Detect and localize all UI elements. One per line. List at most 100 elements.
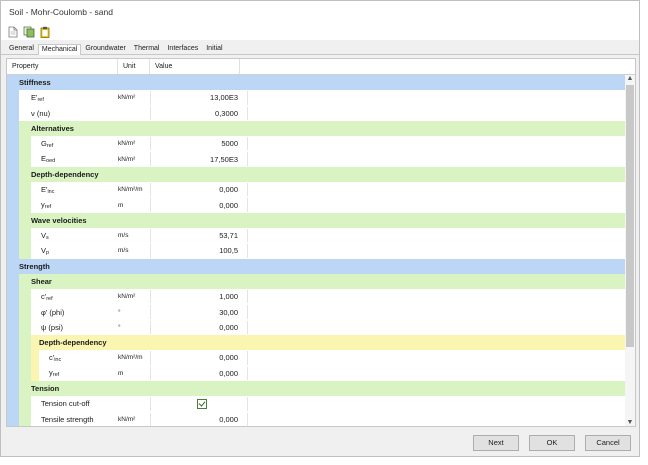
property-row[interactable]: φ' (phi) ° 30,00 — [7, 304, 625, 320]
tab-general[interactable]: General — [5, 43, 38, 54]
window-title: Soil - Mohr-Coulomb - sand — [9, 7, 113, 17]
unit-cell: kN/m²/m — [118, 186, 143, 194]
unit-cell: kN/m²/m — [118, 354, 143, 362]
copy-sheet-icon[interactable] — [23, 26, 35, 38]
section-header: Alternatives — [7, 120, 625, 137]
value-cell[interactable]: 100,5 — [150, 246, 240, 255]
property-name: c'ref — [7, 292, 118, 302]
scroll-down-icon[interactable]: ▼ — [626, 419, 634, 426]
property-row[interactable]: E'ref kN/m² 13,00E3 — [7, 90, 625, 106]
scrollbar-thumb[interactable] — [626, 85, 634, 347]
property-row[interactable]: E'inc kN/m²/m 0,000 — [7, 182, 625, 198]
tab-initial[interactable]: Initial — [202, 43, 226, 54]
unit-cell: kN/m² — [118, 415, 136, 423]
section-header: Stiffness — [7, 75, 625, 91]
value-cell[interactable]: 0,000 — [150, 201, 240, 210]
property-subscript: inc — [47, 188, 55, 195]
section-header: Depth-dependency — [7, 166, 625, 183]
property-label: φ' (phi) — [41, 307, 65, 317]
section-header: Tension — [7, 380, 625, 397]
section-label: Tension — [31, 384, 60, 394]
tab-mechanical[interactable]: Mechanical — [37, 44, 82, 55]
property-row[interactable]: c'inc kN/m²/m 0,000 — [7, 350, 625, 366]
unit-cell: ° — [118, 308, 121, 316]
property-name: yref — [7, 200, 118, 210]
indent-strip — [7, 335, 19, 351]
section-header: Depth-dependency — [7, 335, 625, 351]
property-name: E'inc — [7, 185, 118, 195]
property-name: ψ (psi) — [7, 323, 118, 332]
value-cell[interactable]: 0,000 — [150, 369, 240, 378]
property-row[interactable]: ψ (psi) ° 0,000 — [7, 319, 625, 336]
value-cell[interactable]: 0,000 — [150, 185, 240, 194]
unit-cell: m/s — [118, 247, 129, 255]
document-icon[interactable] — [7, 26, 19, 38]
value-cell[interactable]: 0,000 — [150, 323, 240, 332]
value-cell[interactable]: 17,50E3 — [150, 155, 240, 164]
property-subscript: ref — [44, 204, 52, 211]
unit-cell: m — [118, 201, 124, 209]
property-row[interactable]: Vs m/s 53,71 — [7, 227, 625, 244]
section-label: Stiffness — [19, 78, 51, 88]
indent-strip — [7, 120, 19, 137]
section-header: Strength — [7, 258, 625, 274]
property-label: Tension cut-off — [41, 399, 90, 409]
property-name: Tension cut-off — [7, 399, 118, 408]
property-row[interactable]: Gref kN/m² 5000 — [7, 136, 625, 152]
property-row[interactable]: yref m 0,000 — [7, 197, 625, 213]
property-name: Vp — [7, 246, 118, 256]
property-row[interactable]: ν (nu) 0,3000 — [7, 105, 625, 121]
tab-groundwater[interactable]: Groundwater — [81, 43, 129, 54]
value-cell[interactable]: 1,000 — [150, 292, 240, 301]
section-label: Alternatives — [31, 124, 74, 134]
indent-strip — [19, 335, 31, 351]
property-subscript: ref — [37, 96, 44, 103]
property-label: ψ (psi) — [41, 322, 64, 332]
next-button[interactable]: Next — [473, 435, 519, 451]
section-label: Depth-dependency — [39, 338, 107, 348]
unit-cell: kN/m² — [118, 155, 136, 163]
cancel-button[interactable]: Cancel — [585, 435, 631, 451]
value-cell[interactable]: 0,000 — [150, 353, 240, 362]
tab-interfaces[interactable]: Interfaces — [163, 43, 202, 54]
title-bar: Soil - Mohr-Coulomb - sand — [1, 1, 639, 23]
property-name: Eoed — [7, 154, 118, 164]
header-property[interactable]: Property — [7, 59, 118, 74]
property-row[interactable]: Tension cut-off — [7, 396, 625, 412]
value-cell[interactable]: 30,00 — [150, 308, 240, 317]
property-subscript: ref — [46, 142, 54, 149]
section-header: Wave velocities — [7, 212, 625, 228]
toolbar — [1, 23, 639, 40]
value-cell[interactable]: 13,00E3 — [150, 93, 240, 102]
property-subscript: p — [46, 249, 50, 256]
property-row[interactable]: Tensile strength kN/m² 0,000 — [7, 411, 625, 426]
property-label: ν (nu) — [31, 108, 51, 118]
indent-strip — [7, 380, 19, 397]
grid-header: Property Unit Value — [7, 59, 635, 75]
value-cell[interactable]: 5000 — [150, 139, 240, 148]
property-row[interactable]: Vp m/s 100,5 — [7, 243, 625, 259]
ok-button[interactable]: OK — [529, 435, 575, 451]
property-name: yref — [7, 368, 118, 378]
scroll-up-icon[interactable]: ▲ — [626, 75, 634, 82]
property-row[interactable]: c'ref kN/m² 1,000 — [7, 289, 625, 305]
property-subscript: ref — [52, 372, 60, 379]
unit-cell: kN/m² — [118, 140, 136, 148]
property-subscript: s — [46, 234, 49, 241]
property-row[interactable]: yref m 0,000 — [7, 365, 625, 381]
property-name: Vs — [7, 231, 118, 241]
header-unit[interactable]: Unit — [118, 59, 150, 74]
clipboard-icon[interactable] — [39, 26, 51, 38]
section-label: Strength — [19, 261, 50, 271]
value-cell[interactable]: 53,71 — [150, 231, 240, 240]
property-name: Gref — [7, 139, 118, 149]
tab-thermal[interactable]: Thermal — [130, 43, 164, 54]
dialog-footer: Next OK Cancel — [1, 432, 639, 456]
vertical-scrollbar[interactable]: ▲ ▼ — [625, 75, 635, 426]
property-row[interactable]: Eoed kN/m² 17,50E3 — [7, 151, 625, 167]
header-value[interactable]: Value — [150, 59, 240, 74]
tension-cutoff-checkbox[interactable] — [197, 399, 207, 410]
property-grid: Property Unit Value Stiffness E'ref kN/m² 1… — [6, 58, 636, 427]
value-cell[interactable]: 0,3000 — [150, 109, 240, 118]
value-cell[interactable]: 0,000 — [150, 415, 240, 424]
